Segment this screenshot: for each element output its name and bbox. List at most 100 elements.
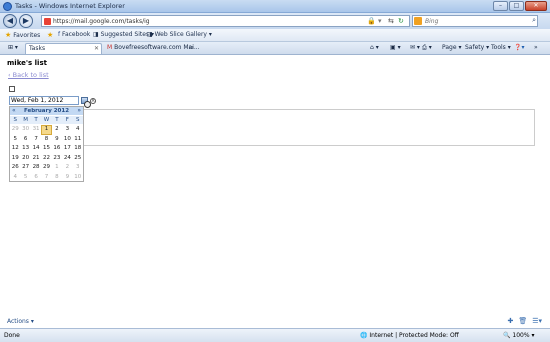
add-favorite-icon[interactable]: ★ — [47, 31, 53, 39]
calendar-day[interactable]: 3 — [62, 125, 72, 135]
favorite-suggested-sites[interactable]: ◨ Suggested Sites ▾ — [93, 31, 154, 38]
calendar-day[interactable]: 30 — [20, 125, 30, 135]
favorites-button[interactable]: ★ Favorites — [5, 31, 40, 39]
calendar-day[interactable]: 10 — [62, 135, 72, 145]
tab-tasks[interactable]: Tasks ✕ — [25, 43, 102, 54]
favorites-bar: ★ Favorites ★ f Facebook ◨ Suggested Sit… — [0, 29, 550, 42]
weekday-label: F — [65, 117, 69, 123]
calendar-day[interactable]: 1 — [52, 163, 62, 173]
calendar-day[interactable]: 8 — [41, 135, 51, 145]
mail-icon[interactable]: ✉ ▾ — [410, 44, 420, 51]
calendar-day[interactable]: 3 — [73, 163, 83, 173]
calendar-day[interactable]: 31 — [31, 125, 41, 135]
quick-tabs-button[interactable]: ⊞ ▾ — [5, 43, 23, 54]
page-menu[interactable]: Page ▾ — [442, 44, 461, 51]
due-date-input[interactable] — [9, 96, 79, 105]
forward-button[interactable]: ▶ — [19, 14, 33, 28]
next-month-button[interactable]: » — [77, 107, 81, 114]
back-to-list-link[interactable]: ‹ Back to list — [8, 71, 49, 79]
task-checkbox[interactable] — [9, 86, 15, 92]
calendar-day[interactable]: 28 — [31, 163, 41, 173]
calendar-day[interactable]: 11 — [73, 135, 83, 145]
minimize-button[interactable]: – — [493, 1, 508, 11]
calendar-day[interactable]: 6 — [20, 135, 30, 145]
safety-menu[interactable]: Safety ▾ — [465, 44, 489, 51]
calendar-day[interactable]: 16 — [52, 144, 62, 154]
calendar-day[interactable]: 15 — [41, 144, 51, 154]
calendar-day[interactable]: 1 — [41, 125, 52, 135]
calendar-day[interactable]: 10 — [73, 173, 83, 183]
url-input[interactable] — [53, 17, 353, 26]
add-task-icon[interactable]: ✚ — [507, 317, 513, 325]
print-icon[interactable]: ⎙ ▾ — [422, 44, 432, 52]
calendar-day[interactable]: 29 — [10, 125, 20, 135]
new-tab-button[interactable]: ▫ — [186, 43, 198, 54]
favorite-web-slice-gallery[interactable]: ◨ Web Slice Gallery ▾ — [147, 31, 212, 38]
date-picker: « February 2012 » SMTWTFS 29 30 31 1 2 3 4 5 6 7 8… — [9, 106, 84, 182]
calendar-day[interactable]: 9 — [52, 135, 62, 145]
weekday-label: T — [55, 117, 59, 123]
calendar-day[interactable]: 4 — [73, 125, 83, 135]
page-content: mike's list ‹ Back to list × « February … — [0, 56, 550, 316]
weekday-label: T — [34, 117, 38, 123]
list-menu-icon[interactable]: ☰▾ — [532, 317, 542, 325]
task-notes-box[interactable] — [80, 109, 535, 146]
home-icon[interactable]: ⌂ ▾ — [370, 44, 379, 51]
footer-toolbar: ✚ 🗑 ☰▾ — [507, 317, 542, 325]
calendar-day[interactable]: 5 — [20, 173, 30, 183]
close-tab-icon[interactable]: ✕ — [94, 45, 99, 52]
calendar-day[interactable]: 13 — [20, 144, 30, 154]
calendar-day[interactable]: 29 — [41, 163, 51, 173]
calendar-day[interactable]: 7 — [41, 173, 51, 183]
tools-menu[interactable]: Tools ▾ — [491, 44, 511, 51]
calendar-day[interactable]: 27 — [20, 163, 30, 173]
calendar-day[interactable]: 4 — [10, 173, 20, 183]
calendar-day[interactable]: 9 — [62, 173, 72, 183]
search-icon[interactable]: ⌕ — [532, 16, 536, 25]
favorites-label: Favorites — [13, 32, 41, 39]
calendar-day[interactable]: 7 — [31, 135, 41, 145]
calendar-day[interactable]: 17 — [62, 144, 72, 154]
delete-task-icon[interactable]: 🗑 — [518, 317, 527, 325]
favorite-facebook[interactable]: f Facebook — [58, 31, 90, 38]
list-title: mike's list — [7, 59, 47, 67]
compat-view-icon[interactable]: ⇆ — [388, 17, 394, 26]
calendar-weekdays: SMTWTFS — [10, 116, 83, 124]
calendar-day[interactable]: 23 — [52, 154, 62, 164]
actions-menu[interactable]: Actions ▾ — [7, 318, 34, 325]
refresh-icon[interactable]: ↻ — [398, 17, 404, 26]
calendar-day[interactable]: 18 — [73, 144, 83, 154]
calendar-day[interactable]: 19 — [10, 154, 20, 164]
search-input[interactable] — [425, 17, 520, 26]
calendar-day[interactable]: 14 — [31, 144, 41, 154]
security-zone[interactable]: 🌐 Internet | Protected Mode: Off — [360, 332, 459, 339]
maximize-button[interactable]: □ — [509, 1, 524, 11]
back-button[interactable]: ◀ — [3, 14, 17, 28]
feeds-icon[interactable]: ▣ ▾ — [390, 44, 401, 51]
tab-bovefreesoftware[interactable]: M Bovefreesoftware.com Mai... — [104, 43, 200, 54]
zoom-level[interactable]: 🔍 100% ▾ — [503, 332, 534, 339]
calendar-day[interactable]: 26 — [10, 163, 20, 173]
calendar-day[interactable]: 12 — [10, 144, 20, 154]
calendar-day[interactable]: 24 — [62, 154, 72, 164]
search-box[interactable]: ⌕ — [412, 15, 538, 27]
calendar-day[interactable]: 2 — [62, 163, 72, 173]
calendar-day[interactable]: 6 — [31, 173, 41, 183]
calendar-day[interactable]: 25 — [73, 154, 83, 164]
calendar-day[interactable]: 20 — [20, 154, 30, 164]
window-controls: – □ ✕ — [493, 1, 547, 11]
lock-icon[interactable]: 🔒 — [367, 17, 376, 26]
mouse-cursor-icon — [84, 101, 91, 108]
dropdown-icon[interactable]: ▾ — [378, 17, 382, 26]
chevron-right-icon[interactable]: » — [534, 44, 538, 51]
close-window-button[interactable]: ✕ — [525, 1, 547, 11]
calendar-day[interactable]: 22 — [41, 154, 51, 164]
calendar-day[interactable]: 2 — [52, 125, 62, 135]
calendar-day[interactable]: 21 — [31, 154, 41, 164]
calendar-day[interactable]: 8 — [52, 173, 62, 183]
help-icon[interactable]: ❓▾ — [514, 44, 524, 51]
url-box[interactable]: 🔒 ▾ ⇆ ↻ — [41, 15, 410, 27]
calendar-day[interactable]: 5 — [10, 135, 20, 145]
status-text: Done — [4, 332, 20, 339]
calendar-month-label: February 2012 — [23, 108, 70, 114]
